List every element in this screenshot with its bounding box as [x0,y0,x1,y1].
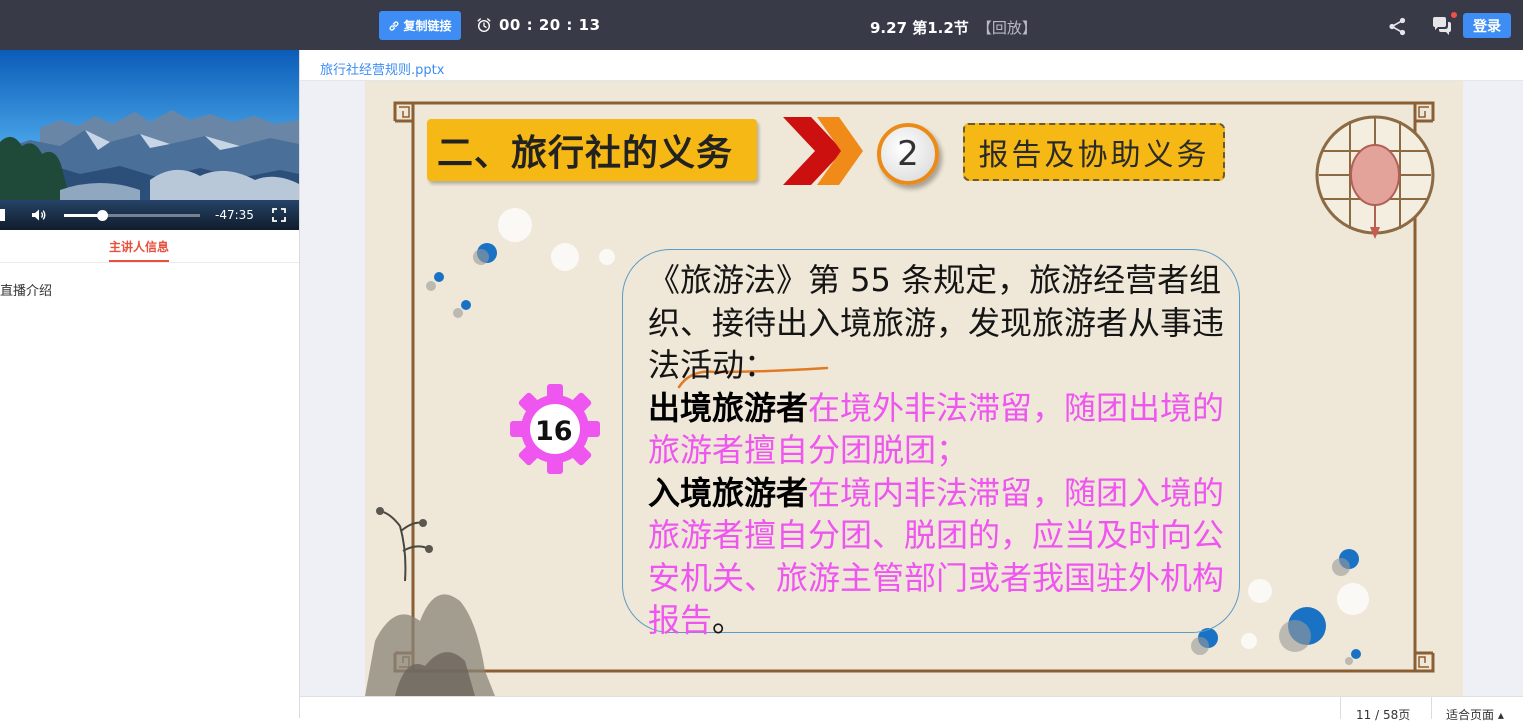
video-player[interactable]: -47:35 [0,50,299,230]
alarm-clock-icon [477,18,491,33]
video-progress-handle[interactable] [97,210,109,221]
timer-value: 00 : 20 : 13 [499,16,601,34]
active-tab-indicator [109,260,169,262]
page-current[interactable]: 11 [1356,708,1371,722]
session-title-text: 9.27 第1.2节 [870,19,969,37]
fit-mode-label: 适合页面 ▴ [1446,708,1504,722]
remaining-time: -47:35 [215,208,254,222]
login-button[interactable]: 登录 [1463,13,1511,38]
info-tab-bar: 主讲人信息 [0,230,299,263]
file-bar: 旅行社经营规则.pptx [300,50,1523,81]
elapsed-timer: 00 : 20 : 13 [476,16,601,34]
page-indicator: 11 / 58页 [1340,697,1430,722]
tab-host-info[interactable]: 主讲人信息 [109,238,169,255]
fullscreen-icon[interactable] [272,208,286,222]
left-panel: -47:35 主讲人信息 直播介绍 [0,50,299,718]
gear-number: 16 [535,416,573,447]
session-title: 9.27 第1.2节 【回放】 [870,17,1037,38]
video-progress-bar[interactable] [64,210,200,221]
slide-title: 二、旅行社的义务 [427,119,757,181]
copy-link-label: 复制链接 [403,19,452,33]
link-icon [390,20,399,31]
fit-mode-select[interactable]: 适合页面 ▴ [1431,697,1523,722]
login-label: 登录 [1473,18,1501,35]
para-ending: 。 [712,601,745,639]
live-intro-heading: 直播介绍 [0,284,53,299]
copy-link-button[interactable]: 复制链接 [379,11,461,40]
slide-subtitle: 报告及协助义务 [963,123,1225,181]
document-filename[interactable]: 旅行社经营规则.pptx [320,59,444,78]
top-bar: 复制链接 00 : 20 : 13 9.27 第1.2节 【回放】 登录 [0,0,1523,50]
share-icon[interactable] [1388,17,1407,36]
outbound-label: 出境旅游者 [648,388,809,427]
replay-tag: 【回放】 [976,19,1037,37]
slide-section-number: 2 [877,123,939,185]
page-total: 58页 [1382,708,1411,722]
slide-paragraph: 《旅游法》第 55 条规定，旅游经营者组织、接待出入境旅游，发现旅游者从事违法活… [648,259,1228,642]
video-controls: -47:35 [0,200,299,230]
inbound-label: 入境旅游者 [648,473,809,512]
slide: 二、旅行社的义务 2 报告及协助义务 16 《旅游法》第 55 条规定，旅游经营… [365,81,1463,696]
viewer-bottom-bar: 11 / 58页 适合页面 ▴ [300,696,1523,722]
para-intro: 《旅游法》第 55 条规定，旅游经营者组织、接待出入境旅游，发现旅游者从事违法活… [648,261,1225,384]
chat-icon[interactable] [1431,15,1453,37]
notification-dot [1451,12,1457,18]
ink-rock-painting [365,507,495,696]
play-icon[interactable] [0,209,5,221]
volume-icon[interactable] [31,207,47,223]
document-viewer[interactable]: 二、旅行社的义务 2 报告及协助义务 16 《旅游法》第 55 条规定，旅游经营… [300,81,1523,696]
